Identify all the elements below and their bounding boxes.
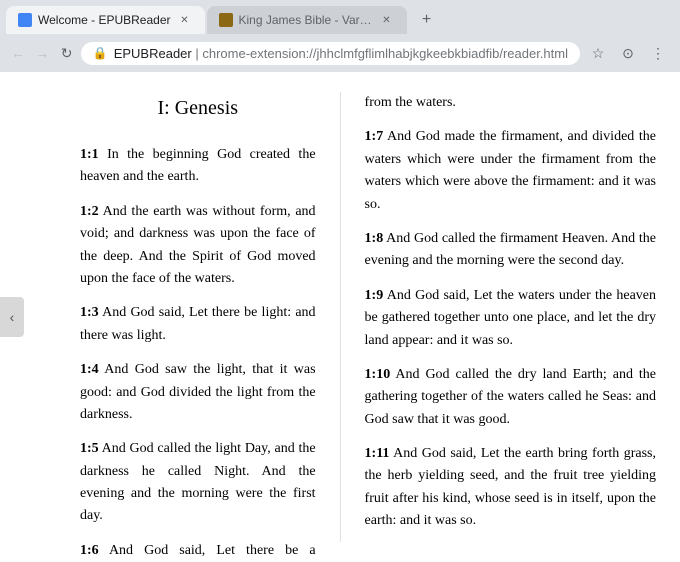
verse: 1:1 In the beginning God created the hea… — [80, 144, 316, 189]
right-column: from the waters. 1:7 And God made the fir… — [341, 72, 680, 562]
forward-button[interactable]: → — [32, 39, 52, 67]
url-bar[interactable]: 🔒 EPUBReader | chrome-extension://jhhclm… — [81, 42, 580, 65]
browser-window: Welcome - EPUBReader ✕ King James Bible … — [0, 0, 680, 562]
back-button[interactable]: ← — [8, 39, 28, 67]
bible-favicon — [219, 13, 233, 27]
left-column: I: Genesis 1:1 In the beginning God crea… — [0, 72, 340, 562]
chapter-title-text: I: Genesis — [158, 97, 239, 119]
reader-page: ‹ I: Genesis 1:1 In the beginning God cr… — [0, 72, 680, 562]
address-bar: ← → ↻ 🔒 EPUBReader | chrome-extension://… — [0, 34, 680, 72]
url-origin: EPUBReader — [114, 46, 192, 61]
chapter-title: I: Genesis — [80, 92, 316, 124]
tab-bible-close[interactable]: ✕ — [379, 12, 395, 28]
verse: from the waters. — [365, 92, 656, 114]
verse: 1:2 And the earth was without form, and … — [80, 201, 316, 291]
verse: 1:10 And God called the dry land Earth; … — [365, 364, 656, 431]
tab-bible-label: King James Bible - Various — [239, 13, 373, 27]
url-path: | chrome-extension://jhhclmfgflimlhabjkg… — [192, 46, 568, 61]
menu-icon[interactable]: ⋮ — [644, 39, 672, 67]
tab-epub-label: Welcome - EPUBReader — [38, 13, 171, 27]
browser-menu-icons: ☆ ⊙ ⋮ — [584, 39, 672, 67]
page-turn-left-button[interactable]: ‹ — [0, 297, 24, 337]
verse: 1:7 And God made the firmament, and divi… — [365, 126, 656, 216]
tab-epub[interactable]: Welcome - EPUBReader ✕ — [6, 6, 205, 34]
tab-bar: Welcome - EPUBReader ✕ King James Bible … — [0, 0, 680, 34]
right-verses: from the waters. 1:7 And God made the fir… — [365, 92, 656, 533]
new-tab-button[interactable]: + — [413, 6, 441, 34]
left-verses: 1:1 In the beginning God created the hea… — [80, 144, 316, 562]
refresh-button[interactable]: ↻ — [57, 39, 77, 67]
verse: 1:9 And God said, Let the waters under t… — [365, 285, 656, 352]
tab-epub-close[interactable]: ✕ — [177, 12, 193, 28]
verse: 1:3 And God said, Let there be light: an… — [80, 302, 316, 347]
verse: 1:11 And God said, Let the earth bring f… — [365, 443, 656, 533]
verse: 1:8 And God called the firmament Heaven.… — [365, 228, 656, 273]
verse: 1:4 And God saw the light, that it was g… — [80, 359, 316, 426]
account-icon[interactable]: ⊙ — [614, 39, 642, 67]
epub-favicon — [18, 13, 32, 27]
secure-icon: 🔒 — [93, 46, 108, 60]
verse: 1:6 And God said, Let there be a firmame… — [80, 540, 316, 562]
url-text: EPUBReader | chrome-extension://jhhclmfg… — [114, 46, 568, 61]
bookmarks-icon[interactable]: ☆ — [584, 39, 612, 67]
verse: 1:5 And God called the light Day, and th… — [80, 438, 316, 528]
tab-bible[interactable]: King James Bible - Various ✕ — [207, 6, 407, 34]
